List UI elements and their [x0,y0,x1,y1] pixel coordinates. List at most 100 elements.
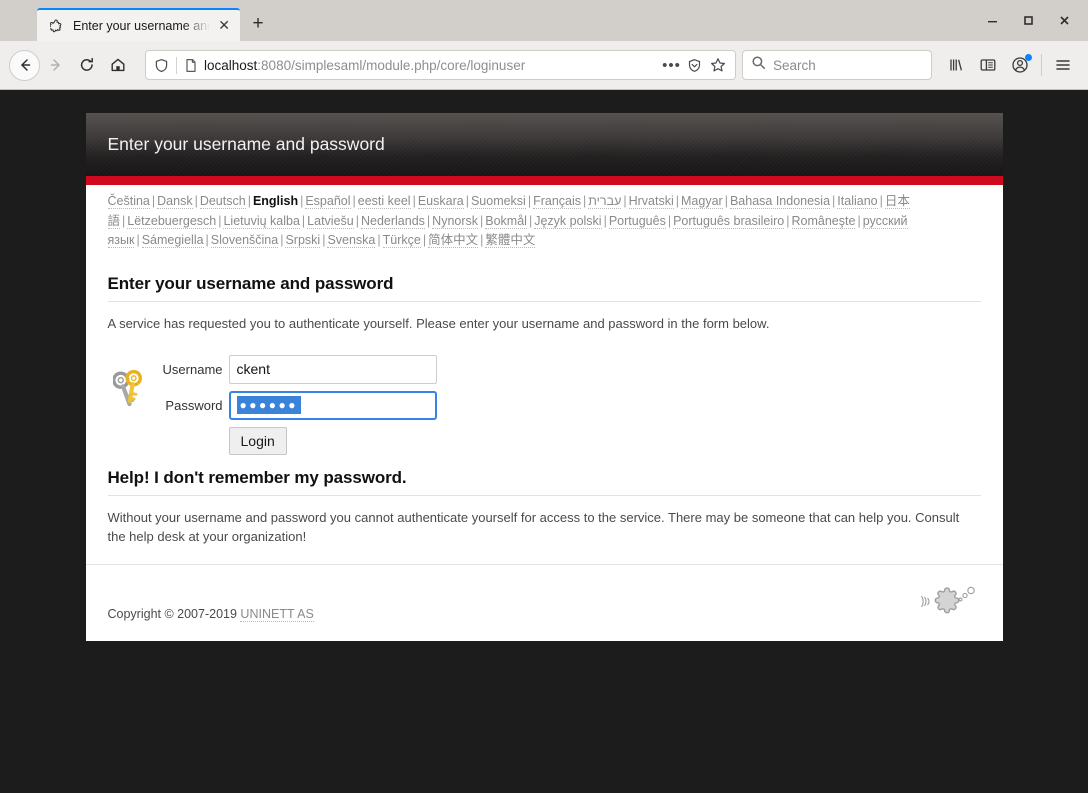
language-link[interactable]: Español [305,194,351,209]
language-separator: | [136,233,140,248]
url-path: :8080/simplesaml/module.php/core/loginus… [257,57,526,73]
uninett-puzzle-logo-icon [919,579,981,621]
language-link[interactable]: eesti keel [357,194,411,209]
url-text[interactable]: localhost:8080/simplesaml/module.php/cor… [204,58,660,73]
toolbar-separator [1041,54,1042,76]
language-separator: | [527,194,532,208]
page-viewport: Enter your username and password Čeština… [0,90,1088,793]
help-heading: Help! I don't remember my password. [107,468,981,496]
window-minimize-button[interactable] [974,6,1010,36]
browser-window: Enter your username and ✕ + localhost:80… [0,0,1088,793]
copyright-text: Copyright © 2007-2019 UNINETT AS [108,606,314,622]
language-link[interactable]: 繁體中文 [485,233,536,249]
password-value-selected: ●●●●●● [236,396,301,415]
login-submit-button[interactable]: Login [228,426,287,455]
language-link[interactable]: Svenska [327,233,376,249]
simplesamlphp-page: Enter your username and password Čeština… [85,113,1003,641]
simplesamlphp-puzzle-favicon-icon [49,18,65,34]
search-icon [751,55,766,75]
tab-close-icon[interactable]: ✕ [214,16,234,36]
back-arrow-icon[interactable] [9,49,40,81]
language-link[interactable]: Euskara [417,194,464,209]
field-spacer [152,384,437,391]
language-link[interactable]: Français [533,194,582,209]
page-info-document-icon[interactable] [184,58,198,73]
language-separator: | [465,194,469,208]
language-link[interactable]: Lietuvių kalba [223,213,300,229]
language-link[interactable]: עברית [588,194,622,209]
window-maximize-button[interactable] [1010,6,1046,36]
language-separator: | [786,213,790,228]
language-link[interactable]: Português [608,213,666,229]
login-button-row: Login [152,426,437,455]
language-link: English [252,194,299,208]
language-link[interactable]: Magyar [681,194,723,209]
language-link[interactable]: 简体中文 [428,233,479,249]
sidebar-panel-icon[interactable] [972,50,1004,81]
language-link[interactable]: Sámegiella [141,233,204,249]
language-link[interactable]: Slovenščina [210,233,279,249]
language-link[interactable]: Bokmål [485,213,527,229]
language-separator: | [355,213,359,228]
language-separator: | [194,194,198,208]
page-actions-ellipsis-icon[interactable]: ••• [660,54,683,77]
browser-tab-active[interactable]: Enter your username and ✕ [37,8,241,41]
language-link[interactable]: Hrvatski [628,194,674,209]
tab-strip-left-padding [0,0,37,41]
url-bar-separator [176,56,177,74]
page-header-title: Enter your username and password [107,134,385,154]
page-header-banner: Enter your username and password [85,113,1003,176]
help-body-text: Without your username and password you c… [107,509,960,544]
language-separator: | [412,194,416,208]
uninett-link[interactable]: UNINETT AS [240,606,314,622]
language-separator: | [724,194,728,208]
language-link[interactable]: Deutsch [199,194,246,209]
login-fields: Username ckent Password ●●●●●● Login [152,354,437,455]
language-link[interactable]: Suomeksi [470,194,526,209]
language-separator: | [377,233,381,248]
language-link[interactable]: Nynorsk [432,213,479,229]
language-separator: | [667,213,672,228]
window-controls [974,0,1088,41]
language-separator: | [422,233,427,248]
language-selector: Čeština | Dansk | Deutsch | English | Español | ee… [86,185,1003,254]
language-separator: | [879,194,883,208]
language-link[interactable]: Lëtzebuergesch [127,213,217,229]
language-link[interactable]: Bahasa Indonesia [729,194,831,209]
window-close-button[interactable] [1046,6,1082,36]
tracking-protection-shield-icon[interactable] [154,58,169,73]
url-host: localhost [204,57,258,73]
language-separator: | [352,194,356,208]
language-separator: | [675,194,680,208]
search-input-placeholder[interactable]: Search [773,58,816,73]
reload-arrow-icon[interactable] [71,50,102,81]
language-link[interactable]: Čeština [107,194,150,209]
login-form: Username ckent Password ●●●●●● Login [108,354,981,455]
language-link[interactable]: Język polski [534,213,602,229]
language-link[interactable]: Nederlands [360,213,425,229]
page-content: Enter your username and password A servi… [86,254,1003,546]
language-link[interactable]: Português brasileiro [673,213,785,229]
new-tab-button[interactable]: + [242,9,274,39]
pocket-shield-icon[interactable] [683,54,706,77]
language-link[interactable]: Türkçe [382,233,421,249]
language-link[interactable]: Dansk [157,194,193,209]
tab-strip: Enter your username and ✕ + [0,0,1088,41]
search-bar[interactable]: Search [742,50,932,80]
url-bar[interactable]: localhost:8080/simplesaml/module.php/cor… [145,50,736,80]
library-books-icon[interactable] [940,50,972,81]
home-house-icon[interactable] [102,50,133,81]
bookmark-star-icon[interactable] [706,54,729,77]
language-link[interactable]: Româneşte [791,213,856,229]
header-red-accent-bar [85,176,1003,185]
language-link[interactable]: Italiano [837,194,878,209]
language-link[interactable]: Latviešu [307,213,354,229]
language-link[interactable]: Srpski [285,233,321,249]
language-separator: | [857,213,861,228]
browser-tab-title: Enter your username and [73,18,215,33]
username-label: Username [162,361,223,377]
password-input[interactable]: ●●●●●● [228,390,437,420]
username-input[interactable]: ckent [228,354,437,384]
account-avatar-icon[interactable] [1004,50,1036,81]
hamburger-menu-icon[interactable] [1047,50,1079,81]
